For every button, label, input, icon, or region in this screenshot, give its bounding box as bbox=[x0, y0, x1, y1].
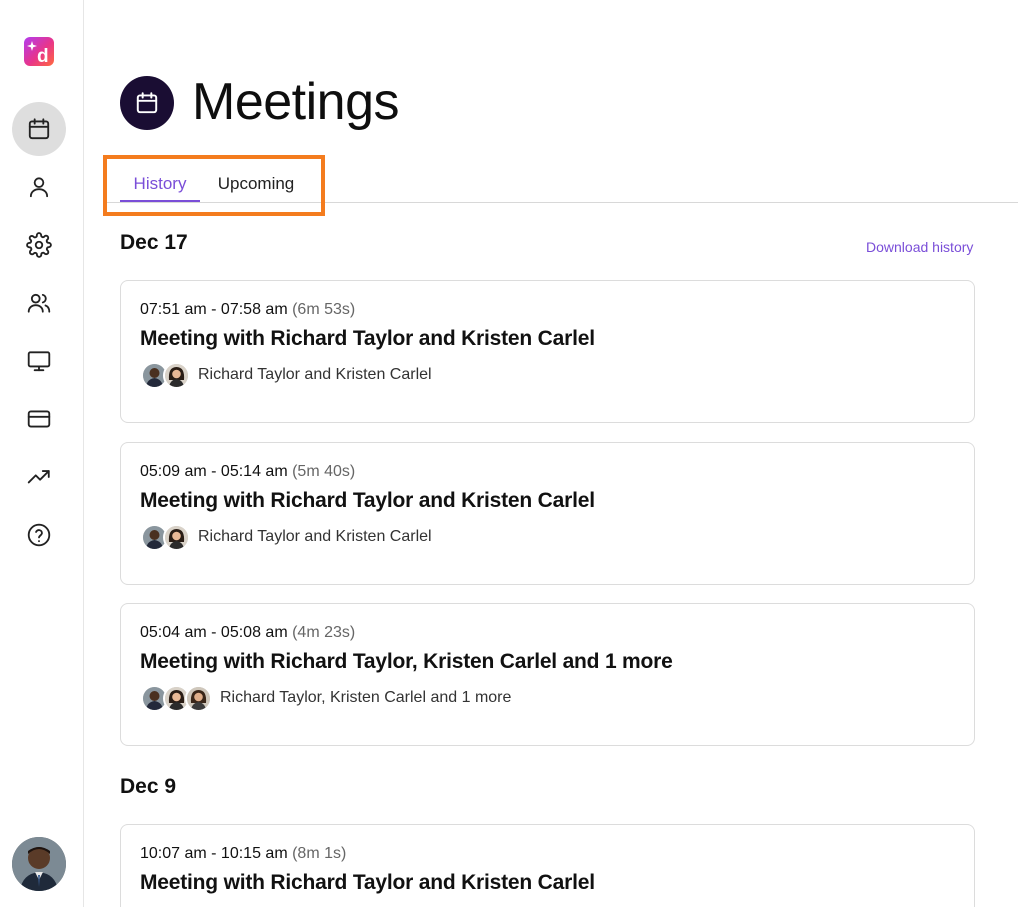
tabs-divider bbox=[104, 202, 1018, 203]
page-title: Meetings bbox=[192, 73, 400, 131]
sidebar-item-meetings[interactable] bbox=[12, 102, 66, 156]
participants-text: Richard Taylor, Kristen Carlel and 1 mor… bbox=[220, 689, 512, 706]
logo-letter: d bbox=[37, 46, 49, 66]
monitor-icon bbox=[27, 351, 51, 372]
sidebar-item-billing[interactable] bbox=[12, 392, 66, 446]
users-icon bbox=[27, 293, 51, 313]
help-circle-icon bbox=[27, 523, 51, 547]
calendar-icon bbox=[28, 118, 50, 140]
gear-icon bbox=[26, 232, 52, 258]
tab-upcoming[interactable]: Upcoming bbox=[208, 172, 304, 202]
meeting-duration: (8m 1s) bbox=[292, 845, 347, 862]
participant-avatar-third bbox=[185, 684, 212, 712]
meeting-time: 05:09 am - 05:14 am (5m 40s) bbox=[140, 463, 356, 480]
meeting-card[interactable]: 07:51 am - 07:58 am (6m 53s) Meeting wit… bbox=[120, 280, 975, 423]
meeting-participants: Richard Taylor and Kristen Carlel bbox=[141, 361, 432, 389]
credit-card-icon bbox=[27, 410, 51, 428]
date-heading: Dec 9 bbox=[120, 775, 177, 798]
sidebar-item-team[interactable] bbox=[12, 276, 66, 330]
meeting-time: 05:04 am - 05:08 am (4m 23s) bbox=[140, 624, 356, 641]
trending-up-icon bbox=[27, 470, 50, 484]
calendar-icon bbox=[136, 92, 158, 114]
user-icon bbox=[29, 177, 49, 198]
meeting-title: Meeting with Richard Taylor and Kristen … bbox=[140, 489, 595, 512]
meeting-title: Meeting with Richard Taylor and Kristen … bbox=[140, 327, 595, 350]
meeting-duration: (6m 53s) bbox=[292, 301, 356, 318]
date-heading: Dec 17 bbox=[120, 231, 188, 254]
meeting-duration: (5m 40s) bbox=[292, 463, 356, 480]
participants-text: Richard Taylor and Kristen Carlel bbox=[198, 366, 432, 383]
meeting-card[interactable]: 05:09 am - 05:14 am (5m 40s) Meeting wit… bbox=[120, 442, 975, 585]
sidebar-item-help[interactable] bbox=[12, 508, 66, 562]
download-history-link[interactable]: Download history bbox=[866, 239, 973, 255]
meeting-participants: Richard Taylor, Kristen Carlel and 1 mor… bbox=[141, 684, 511, 712]
participant-avatar-kristen bbox=[163, 523, 190, 551]
sidebar-item-analytics[interactable] bbox=[12, 450, 66, 504]
app-logo[interactable]: d bbox=[24, 37, 54, 66]
user-avatar[interactable] bbox=[12, 837, 66, 891]
tab-history[interactable]: History bbox=[120, 172, 200, 202]
meeting-card[interactable]: 10:07 am - 10:15 am (8m 1s) Meeting with… bbox=[120, 824, 975, 907]
sidebar-item-display[interactable] bbox=[12, 334, 66, 388]
participant-avatars bbox=[141, 523, 190, 551]
participants-text: Richard Taylor and Kristen Carlel bbox=[198, 528, 432, 545]
meeting-duration: (4m 23s) bbox=[292, 624, 356, 641]
participant-avatar-kristen bbox=[163, 361, 190, 389]
meeting-time: 10:07 am - 10:15 am (8m 1s) bbox=[140, 845, 347, 862]
meeting-time: 07:51 am - 07:58 am (6m 53s) bbox=[140, 301, 356, 318]
participant-avatars bbox=[141, 684, 212, 712]
sidebar-item-settings[interactable] bbox=[12, 218, 66, 272]
page-header-icon bbox=[120, 76, 174, 130]
meeting-title: Meeting with Richard Taylor, Kristen Car… bbox=[140, 650, 673, 673]
participant-avatars bbox=[141, 361, 190, 389]
sidebar-item-profile[interactable] bbox=[12, 160, 66, 214]
meeting-title: Meeting with Richard Taylor and Kristen … bbox=[140, 871, 595, 894]
meeting-card[interactable]: 05:04 am - 05:08 am (4m 23s) Meeting wit… bbox=[120, 603, 975, 746]
sidebar: d bbox=[0, 0, 84, 907]
user-portrait-icon bbox=[12, 837, 66, 891]
logo-icon: d bbox=[27, 41, 49, 66]
meeting-participants: Richard Taylor and Kristen Carlel bbox=[141, 523, 432, 551]
